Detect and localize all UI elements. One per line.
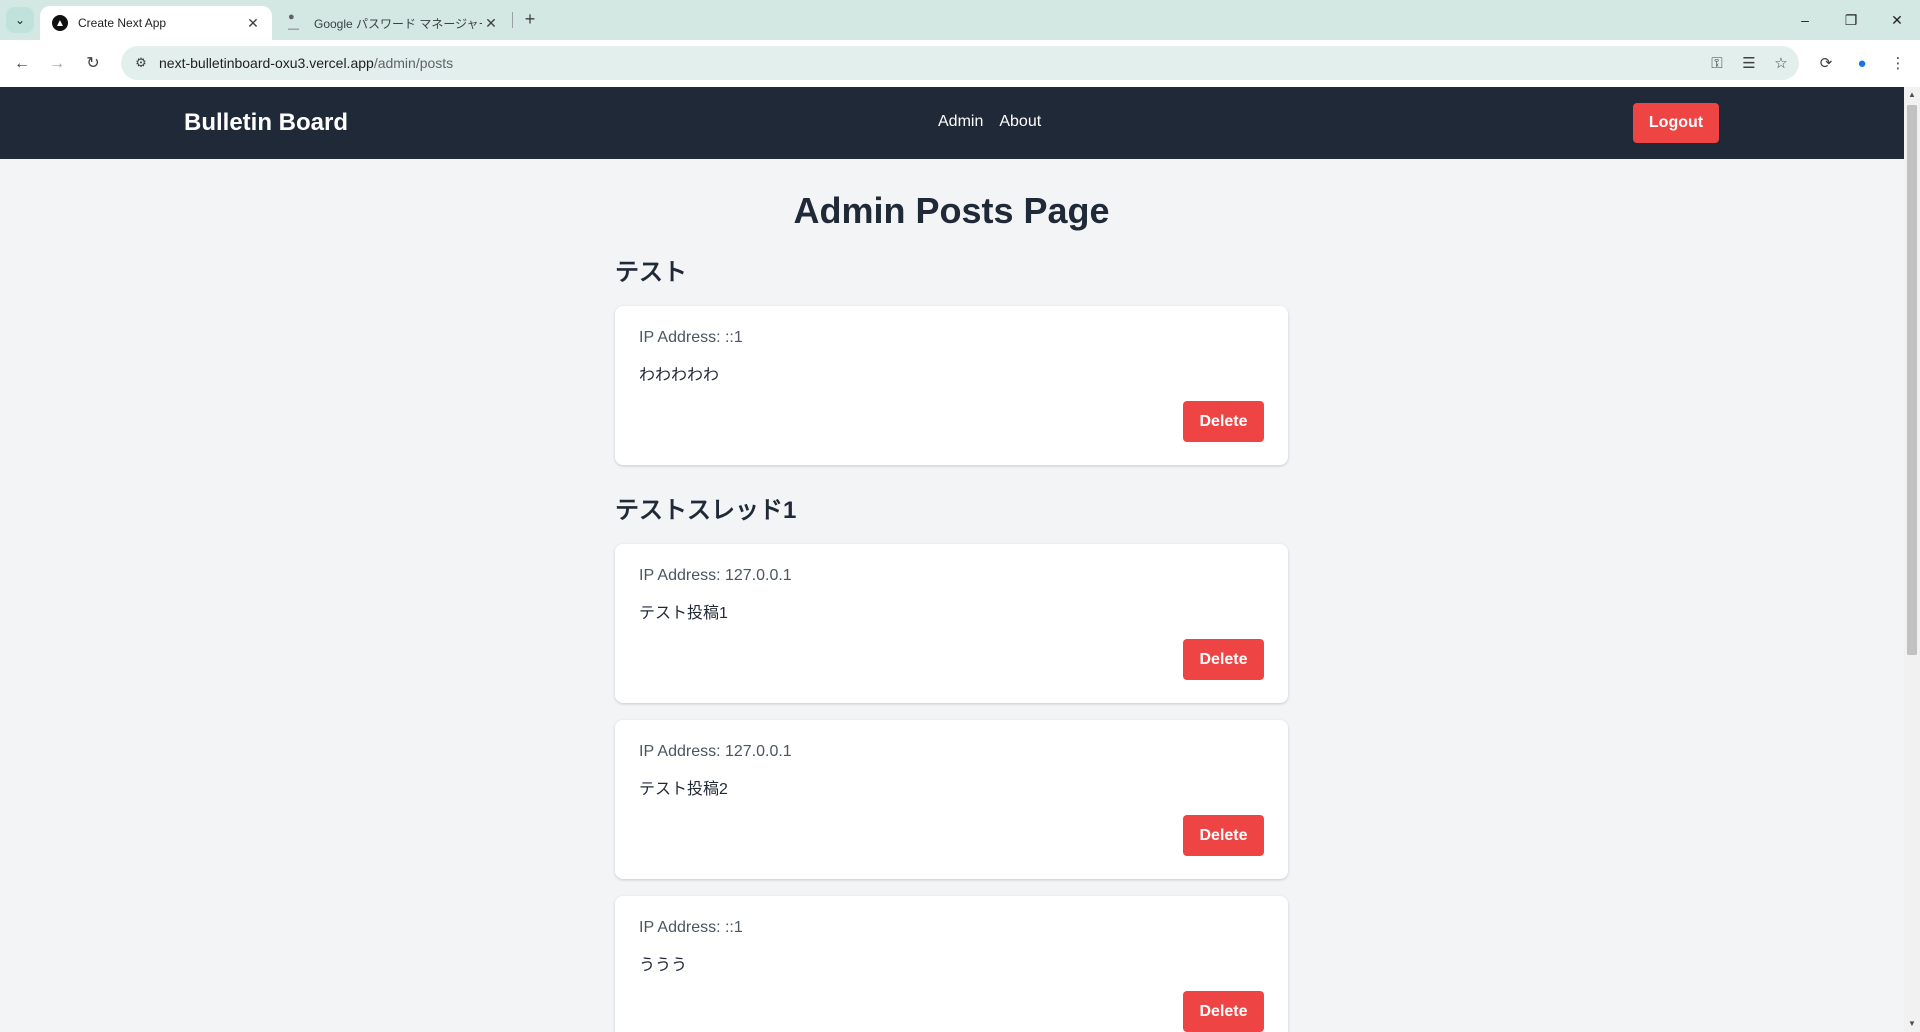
post-body: テスト投稿1	[639, 605, 728, 622]
new-tab-icon[interactable]: +	[518, 8, 542, 32]
post-card: IP Address: 127.0.0.1 テスト投稿1 Delete	[615, 544, 1288, 703]
delete-button[interactable]: Delete	[1183, 991, 1264, 1032]
forward-icon[interactable]: →	[43, 50, 71, 78]
delete-button[interactable]: Delete	[1183, 401, 1264, 442]
tab-create-next-app[interactable]: ▲ Create Next App ✕	[40, 6, 272, 40]
browser-toolbar: ← → ↻ ⚙ next-bulletinboard-oxu3.vercel.a…	[0, 40, 1920, 87]
tab-title: Google パスワード マネージャー	[314, 16, 482, 31]
scroll-up-arrow-icon[interactable]: ▲	[1904, 87, 1920, 103]
tab-search-chevron-icon[interactable]: ⌄	[6, 7, 34, 33]
nextjs-icon: ▲	[52, 15, 68, 31]
thread-title: テストスレッド1	[615, 497, 797, 524]
reload-icon[interactable]: ↻	[79, 50, 107, 78]
thread-section: テスト IP Address: ::1 わわわわわ Delete	[615, 257, 1288, 465]
post-card: IP Address: ::1 わわわわわ Delete	[615, 306, 1288, 465]
post-body: わわわわわ	[639, 367, 720, 384]
page-title: Admin Posts Page	[793, 190, 1110, 231]
thread-title: テスト	[615, 259, 687, 286]
brand-title[interactable]: Bulletin Board	[184, 109, 348, 137]
minimize-icon[interactable]: –	[1782, 4, 1828, 36]
logout-button[interactable]: Logout	[1633, 103, 1719, 143]
extension-icon[interactable]: ⟳	[1812, 50, 1840, 78]
more-menu-icon[interactable]: ⋮	[1884, 50, 1912, 78]
close-tab-icon[interactable]: ✕	[244, 15, 262, 32]
url-path: /admin/posts	[373, 55, 454, 71]
post-body: ううう	[639, 957, 688, 974]
delete-button[interactable]: Delete	[1183, 815, 1264, 856]
post-ip-address: IP Address: 127.0.0.1	[639, 743, 792, 760]
tab-title: Create Next App	[78, 16, 167, 30]
post-card: IP Address: ::1 ううう Delete	[615, 896, 1288, 1032]
post-body: テスト投稿2	[639, 781, 728, 798]
tab-divider	[512, 12, 513, 28]
restore-icon[interactable]: ❐	[1828, 4, 1874, 36]
password-key-icon[interactable]: ⚿	[1703, 55, 1731, 72]
main-nav: Admin About	[938, 113, 1041, 131]
close-window-icon[interactable]: ✕	[1874, 4, 1920, 36]
url-host: next-bulletinboard-oxu3.vercel.app	[159, 55, 374, 71]
post-ip-address: IP Address: 127.0.0.1	[639, 567, 792, 584]
google-password-icon: ●—	[288, 11, 299, 35]
scroll-down-arrow-icon[interactable]: ▼	[1904, 1016, 1920, 1032]
post-ip-address: IP Address: ::1	[639, 919, 743, 936]
profile-avatar-icon[interactable]: ●	[1848, 50, 1876, 78]
bookmark-star-icon[interactable]: ☆	[1767, 54, 1795, 72]
site-info-icon[interactable]: ⚙	[129, 51, 153, 75]
page-scrollbar[interactable]: ▲ ▼	[1904, 87, 1920, 1032]
delete-button[interactable]: Delete	[1183, 639, 1264, 680]
close-tab-icon[interactable]: ✕	[482, 15, 500, 32]
post-ip-address: IP Address: ::1	[639, 329, 743, 346]
url-text[interactable]: next-bulletinboard-oxu3.vercel.app/admin…	[159, 55, 1703, 71]
thread-section: テストスレッド1 IP Address: 127.0.0.1 テスト投稿1 De…	[615, 495, 1288, 1032]
translate-icon[interactable]: ☰	[1735, 54, 1763, 72]
post-card: IP Address: 127.0.0.1 テスト投稿2 Delete	[615, 720, 1288, 879]
back-icon[interactable]: ←	[8, 50, 36, 78]
main-content: Admin Posts Page テスト IP Address: ::1 わわわ…	[615, 159, 1288, 1032]
app-header: Bulletin Board Admin About Logout	[0, 87, 1904, 159]
address-bar[interactable]: ⚙ next-bulletinboard-oxu3.vercel.app/adm…	[121, 46, 1799, 80]
scroll-thumb[interactable]	[1907, 105, 1917, 655]
page-viewport: Bulletin Board Admin About Logout Admin …	[0, 87, 1904, 1032]
nav-link-about[interactable]: About	[999, 113, 1041, 131]
tab-google-password-manager[interactable]: ●— Google パスワード マネージャー ✕	[276, 6, 510, 40]
browser-tab-bar: ⌄ ▲ Create Next App ✕ ●— Google パスワード マネ…	[0, 0, 1920, 40]
nav-link-admin[interactable]: Admin	[938, 113, 983, 131]
